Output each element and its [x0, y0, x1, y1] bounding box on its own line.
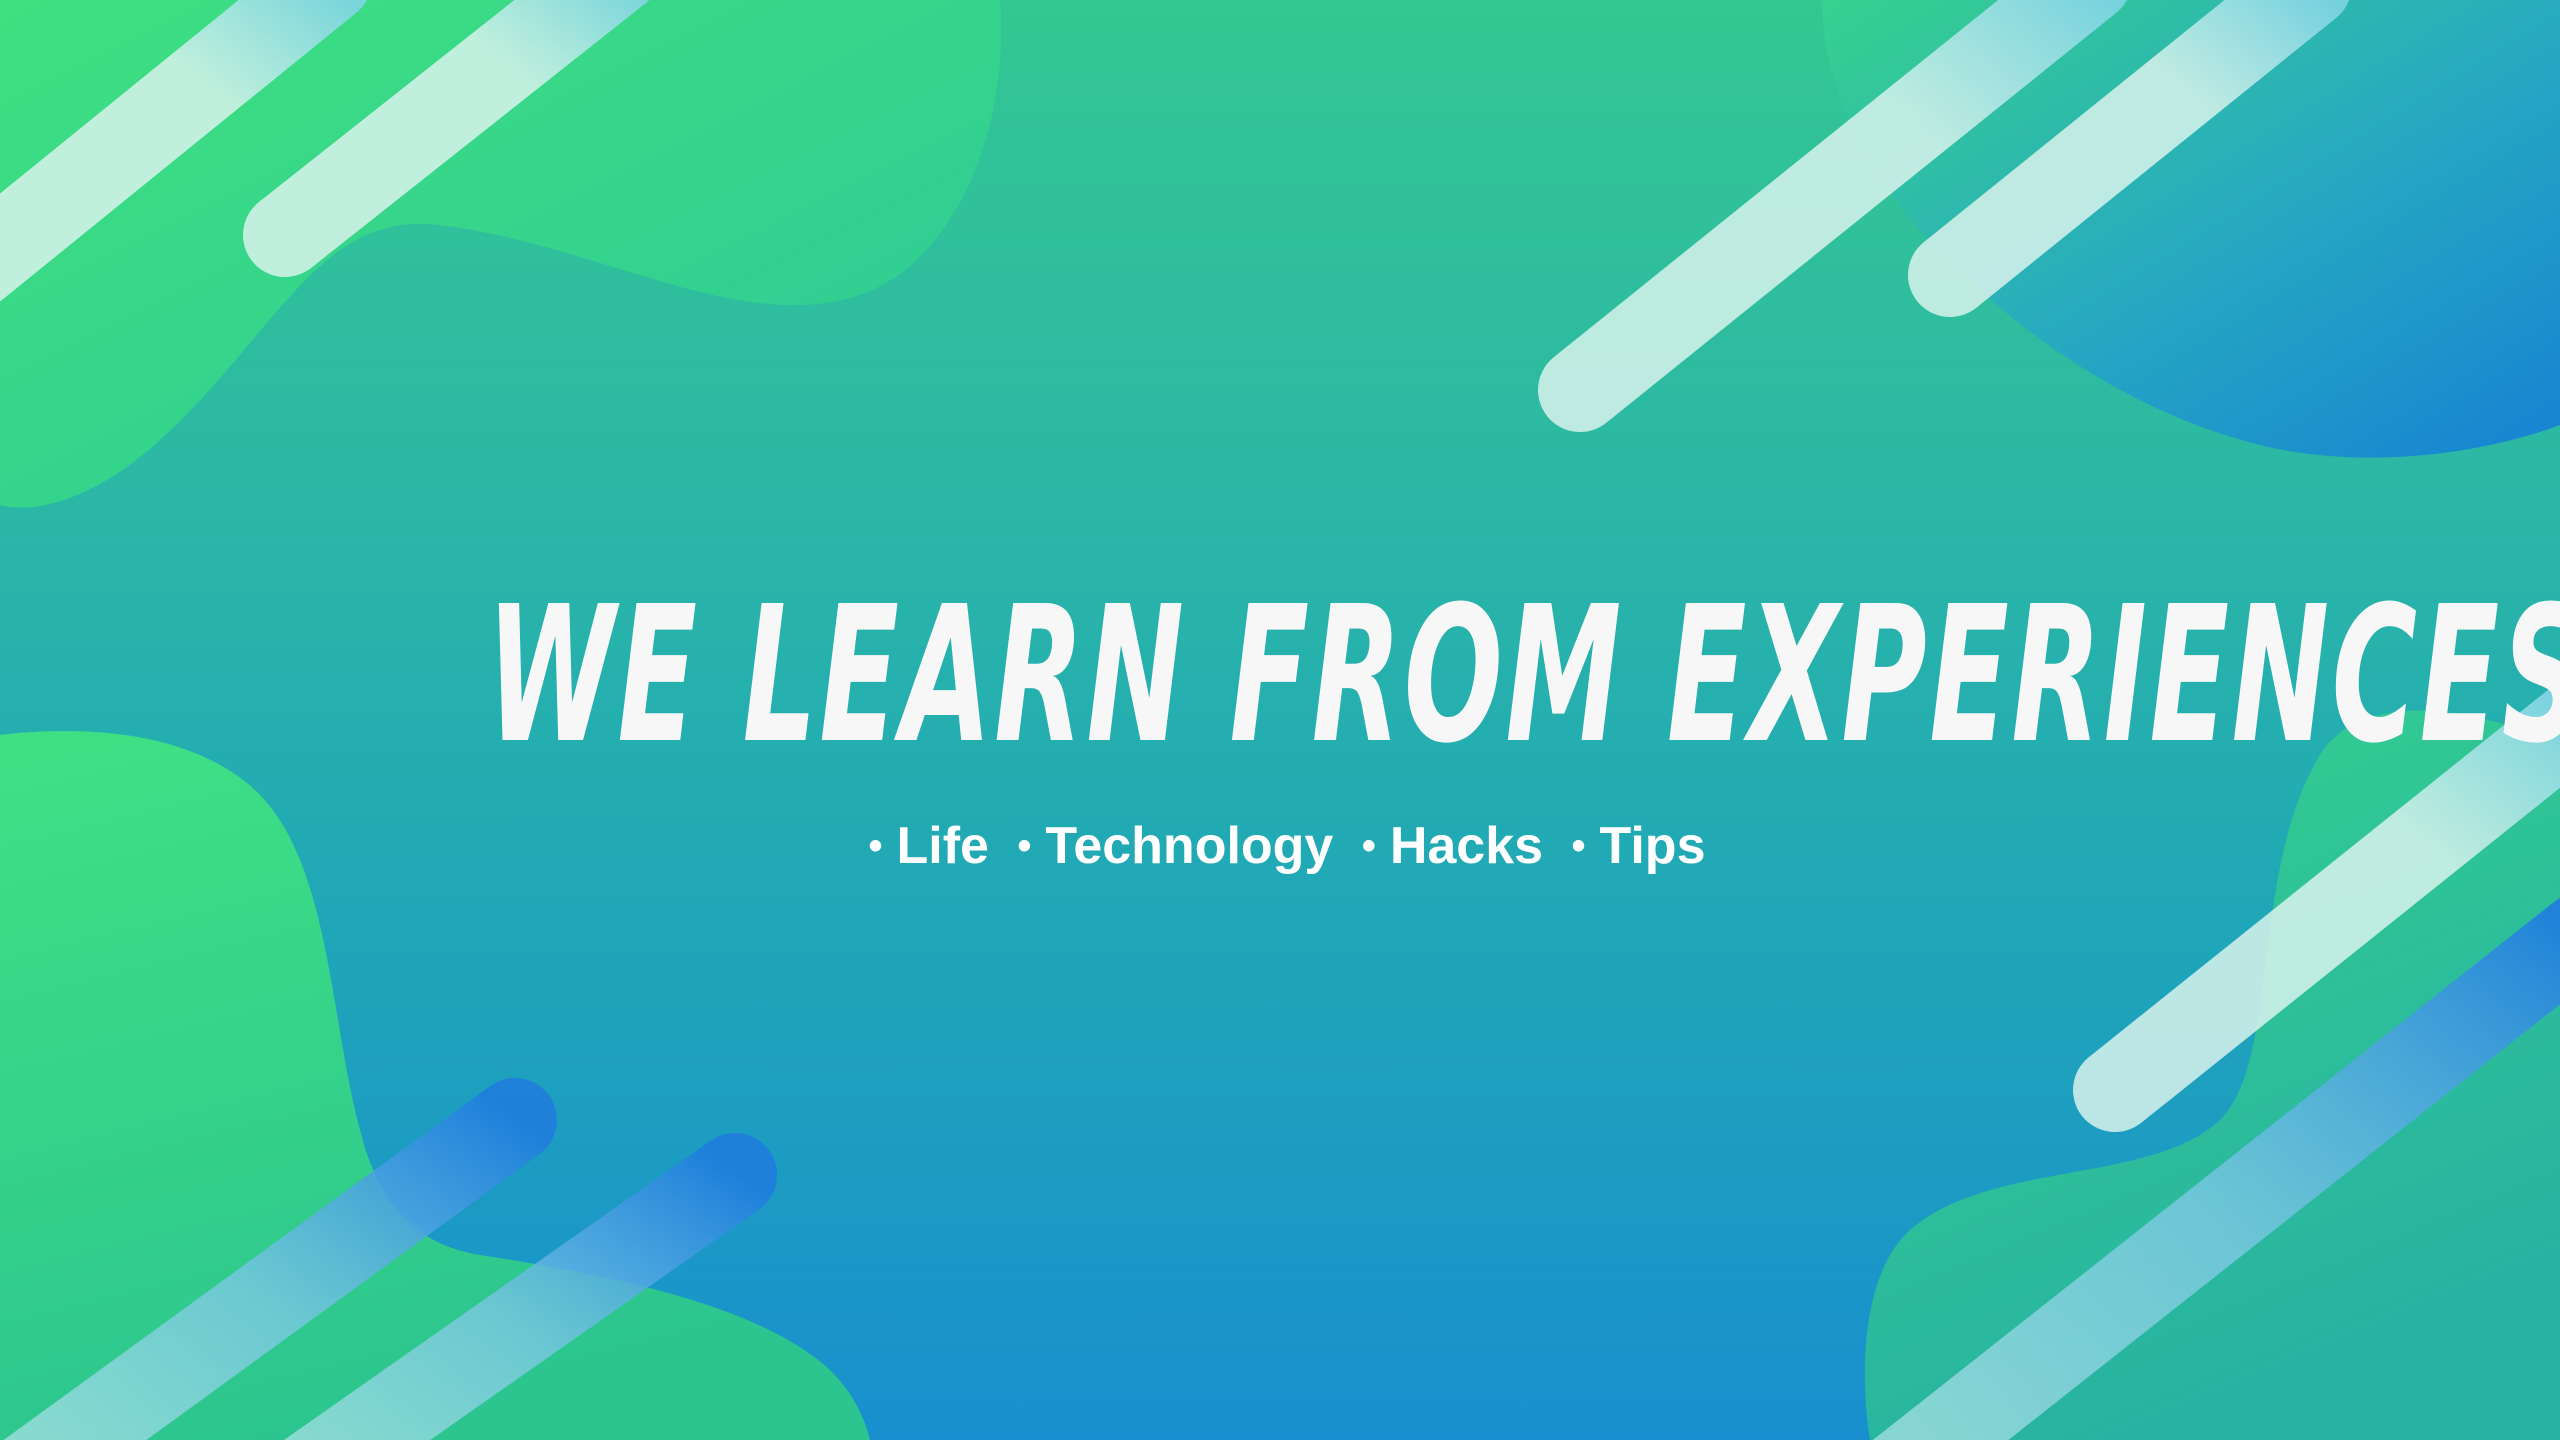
tagline: • Life • Technology • Hacks • Tips	[0, 820, 2560, 872]
tagline-item-life: Life	[896, 817, 989, 875]
tagline-bullet: •	[1571, 824, 1586, 868]
tagline-item-hacks: Hacks	[1389, 817, 1544, 875]
tagline-item-tips: Tips	[1599, 817, 1706, 875]
tagline-item-technology: Technology	[1045, 817, 1334, 875]
tagline-bullet: •	[868, 824, 883, 868]
tagline-bullet: •	[1361, 824, 1376, 868]
tagline-bullet: •	[1017, 824, 1032, 868]
banner: WE LEARN FROM EXPERIENCES • Life • Technol…	[0, 0, 2560, 1440]
headline: WE LEARN FROM EXPERIENCES	[486, 566, 2560, 785]
